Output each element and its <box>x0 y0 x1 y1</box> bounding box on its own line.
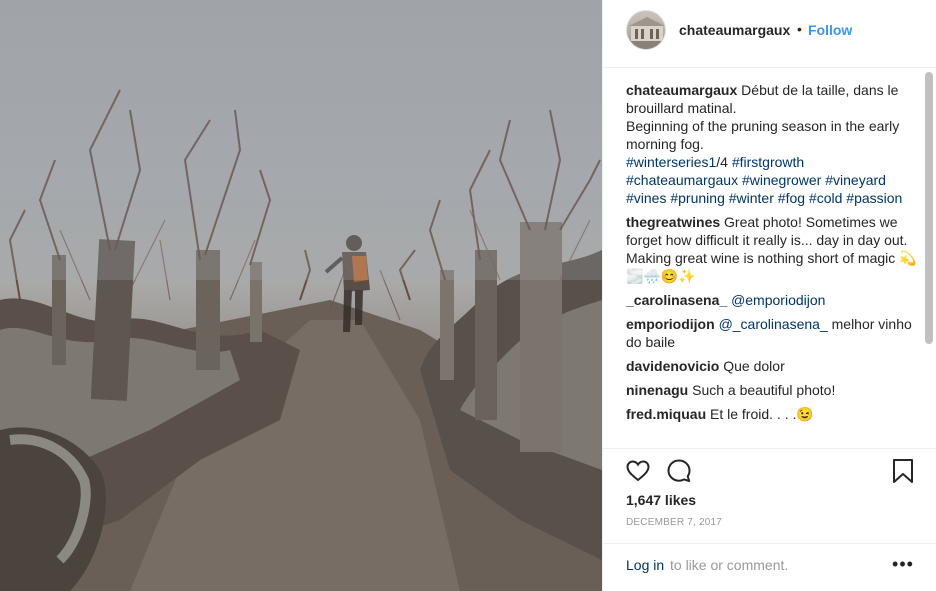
follow-button[interactable]: Follow <box>808 22 852 38</box>
login-link[interactable]: Log in <box>626 557 664 573</box>
caption-username[interactable]: chateaumargaux <box>626 82 737 98</box>
bookmark-icon[interactable] <box>891 458 915 484</box>
comment-username[interactable]: fred.miquau <box>626 406 706 422</box>
login-prompt-text: to like or comment. <box>670 557 789 573</box>
hashtag[interactable]: #fog <box>778 190 805 206</box>
comment-mention[interactable]: @_carolinasena_ <box>719 316 828 332</box>
hashtag[interactable]: #vines <box>626 190 666 206</box>
hashtag[interactable]: #firstgrowth <box>732 154 804 170</box>
comment: davidenovicio Que dolor <box>626 357 919 375</box>
comment-text: Such a beautiful photo! <box>692 382 836 398</box>
comment-bubble-icon[interactable] <box>666 458 692 484</box>
hashtag-suffix: /4 <box>716 154 732 170</box>
comment-mention[interactable]: @emporiodijon <box>731 292 825 308</box>
comments-scrollbar[interactable] <box>925 72 933 344</box>
chateau-avatar-icon <box>627 17 665 49</box>
hashtag[interactable]: #winter <box>729 190 774 206</box>
post-footer: Log in to like or comment. ••• <box>603 543 936 591</box>
comment: fred.miquau Et le froid. . . .😉 <box>626 405 919 423</box>
comment-username[interactable]: emporiodijon <box>626 316 715 332</box>
comment: thegreatwines Great photo! Sometimes we … <box>626 213 919 285</box>
post-photo[interactable] <box>0 0 602 591</box>
comment-text: Que dolor <box>723 358 785 374</box>
post-actions: 1,647 likes DECEMBER 7, 2017 <box>603 448 936 543</box>
hashtag[interactable]: #winegrower <box>742 172 821 188</box>
comment-username[interactable]: thegreatwines <box>626 214 720 230</box>
post-header: chateaumargaux • Follow <box>603 0 936 68</box>
comment-text: Et le froid. . . .😉 <box>710 406 814 422</box>
comment: emporiodijon @_carolinasena_ melhor vinh… <box>626 315 919 351</box>
hashtag[interactable]: #passion <box>846 190 902 206</box>
more-options-icon[interactable]: ••• <box>891 554 915 574</box>
hashtag[interactable]: #cold <box>809 190 842 206</box>
comment: _carolinasena_ @emporiodijon <box>626 291 919 309</box>
caption: chateaumargaux Début de la taille, dans … <box>626 81 919 207</box>
comment-username[interactable]: _carolinasena_ <box>626 292 727 308</box>
hashtag[interactable]: #pruning <box>670 190 725 206</box>
comments-list: chateaumargaux Début de la taille, dans … <box>626 81 919 448</box>
avatar[interactable] <box>626 10 666 50</box>
hashtag[interactable]: #winterseries1 <box>626 154 716 170</box>
post-date: DECEMBER 7, 2017 <box>626 517 723 528</box>
vineyard-fog-image <box>0 0 602 591</box>
caption-text-en: Beginning of the pruning season in the e… <box>626 118 900 152</box>
hashtag[interactable]: #vineyard <box>825 172 886 188</box>
comment-username[interactable]: ninenagu <box>626 382 688 398</box>
comment: ninenagu Such a beautiful photo! <box>626 381 919 399</box>
likes-count[interactable]: 1,647 likes <box>626 492 696 508</box>
caption-hashtags: #winterseries1/4 #firstgrowth #chateauma… <box>626 154 902 206</box>
header-separator: • <box>797 21 802 37</box>
heart-icon[interactable] <box>625 458 651 484</box>
hashtag[interactable]: #chateaumargaux <box>626 172 738 188</box>
header-username[interactable]: chateaumargaux <box>679 22 790 38</box>
post-side-panel: chateaumargaux • Follow chateaumargaux D… <box>602 0 936 591</box>
comment-username[interactable]: davidenovicio <box>626 358 719 374</box>
